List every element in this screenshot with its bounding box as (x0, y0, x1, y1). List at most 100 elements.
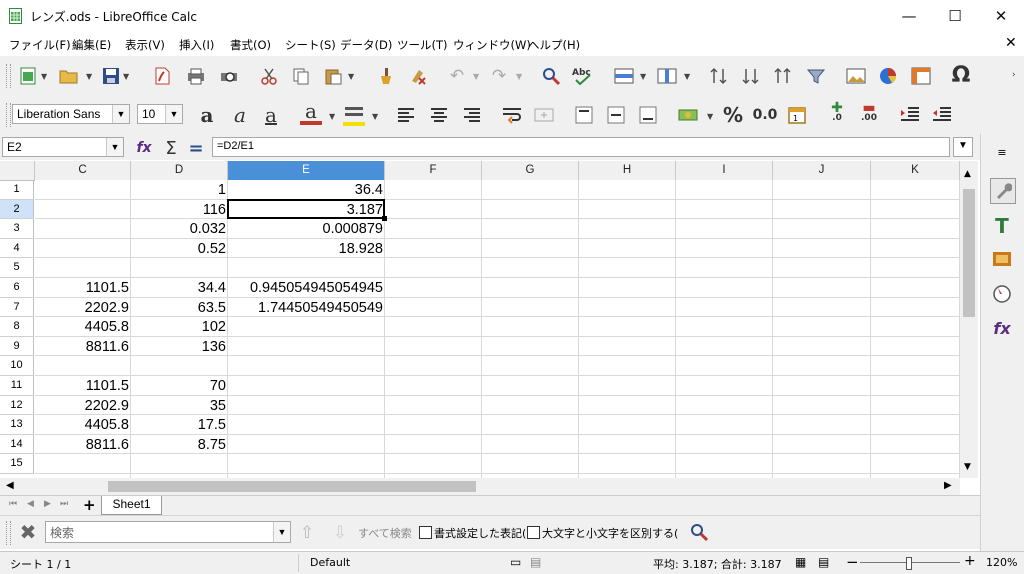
font-color-icon[interactable]: a (300, 99, 322, 125)
chevron-down-icon[interactable]: ▼ (372, 112, 378, 121)
chevron-down-icon[interactable]: ▼ (123, 72, 129, 81)
menu-window[interactable]: ウィンドウ(W) (453, 37, 531, 53)
selection-mode-icon[interactable]: ▭ (510, 555, 521, 569)
previous-sheet-icon[interactable]: ◀ (27, 499, 34, 509)
row-header[interactable]: 13 (0, 415, 34, 435)
save-icon[interactable] (100, 65, 122, 87)
column-header[interactable]: C (35, 161, 131, 180)
chevron-down-icon[interactable]: ▼ (348, 72, 354, 81)
align-center-icon[interactable] (428, 104, 450, 126)
gallery-icon[interactable] (990, 246, 1014, 270)
active-cell-cursor[interactable] (227, 198, 387, 222)
sort-icon[interactable] (708, 65, 730, 87)
cell-c9[interactable]: 8811.6 (35, 337, 131, 356)
row-header[interactable]: 8 (0, 317, 34, 337)
menu-sheet[interactable]: シート(S) (285, 37, 336, 53)
cell-d6[interactable]: 34.4 (131, 278, 228, 297)
export-pdf-icon[interactable] (151, 65, 173, 87)
toolbar-grip[interactable] (6, 103, 11, 127)
special-character-icon[interactable]: Ω (950, 63, 972, 88)
chevron-down-icon[interactable]: ▼ (516, 72, 522, 81)
insert-image-icon[interactable] (845, 65, 867, 87)
spelling-icon[interactable]: Abc (572, 65, 594, 87)
cell-e3[interactable]: 0.000879 (228, 219, 385, 238)
chevron-down-icon[interactable]: ▼ (112, 105, 129, 123)
chevron-down-icon[interactable]: ▼ (165, 105, 182, 123)
cell-e6[interactable]: 0.945054945054945 (228, 278, 385, 297)
increase-indent-icon[interactable] (899, 104, 921, 126)
decrease-indent-icon[interactable] (931, 104, 953, 126)
find-input[interactable]: 検索 ▼ (45, 521, 291, 543)
name-box[interactable]: E2 ▼ (2, 137, 124, 157)
match-case-checkbox[interactable] (527, 526, 540, 539)
row-header[interactable]: 4 (0, 238, 34, 259)
last-sheet-icon[interactable]: ⏭ (60, 499, 68, 509)
align-left-icon[interactable] (395, 104, 417, 126)
redo-icon[interactable]: ↷ (488, 65, 510, 87)
toolbar-grip[interactable] (6, 521, 11, 545)
close-find-bar-icon[interactable]: ✖ (17, 520, 39, 544)
row-header[interactable]: 7 (0, 297, 34, 318)
cell-d1[interactable]: 1 (131, 180, 228, 199)
column-header[interactable]: D (131, 161, 228, 180)
sidebar-menu-icon[interactable]: ≡ (990, 140, 1014, 164)
clone-formatting-icon[interactable] (375, 65, 397, 87)
print-preview-icon[interactable] (218, 65, 240, 87)
insert-chart-icon[interactable] (877, 65, 899, 87)
find-all-button[interactable]: すべて検索 (358, 525, 412, 541)
close-document-button[interactable]: ✕ (1005, 35, 1017, 51)
open-folder-icon[interactable] (58, 65, 80, 87)
row-header[interactable]: 10 (0, 356, 34, 376)
merge-cells-icon[interactable] (533, 104, 555, 126)
menu-tools[interactable]: ツール(T) (397, 37, 448, 53)
chevron-down-icon[interactable]: ▼ (707, 112, 713, 121)
row-header[interactable]: 14 (0, 434, 34, 455)
cell-grid[interactable]: 1 36.4 116 3.187 0.032 0.000879 0.52 18.928 1101… (35, 180, 960, 478)
column-header[interactable]: K (871, 161, 960, 180)
toolbar-overflow-icon[interactable]: › (1012, 70, 1016, 80)
cell-d2[interactable]: 116 (131, 200, 228, 219)
align-right-icon[interactable] (461, 104, 483, 126)
cell-d14[interactable]: 8.75 (131, 435, 228, 454)
paste-icon[interactable] (322, 65, 344, 87)
cut-icon[interactable] (258, 65, 280, 87)
align-top-icon[interactable] (573, 104, 595, 126)
font-name-combo[interactable]: Liberation Sans ▼ (12, 104, 130, 124)
underline-icon[interactable]: a (260, 103, 282, 127)
menu-edit[interactable]: 編集(E) (72, 37, 111, 53)
sum-icon[interactable]: Σ (160, 137, 182, 159)
row-header[interactable]: 1 (0, 180, 34, 200)
scroll-down-icon[interactable]: ▼ (964, 462, 971, 472)
pivot-table-icon[interactable] (910, 65, 932, 87)
menu-help[interactable]: ヘルプ(H) (528, 37, 580, 53)
italic-icon[interactable]: a (229, 103, 251, 127)
menu-format[interactable]: 書式(O) (230, 37, 271, 53)
cell-d11[interactable]: 70 (131, 376, 228, 395)
formatted-display-checkbox[interactable] (419, 526, 432, 539)
zoom-level[interactable]: 120% (986, 556, 1017, 569)
expand-formula-bar-button[interactable]: ▼ (953, 137, 973, 157)
function-wizard-icon[interactable]: fx (133, 137, 155, 159)
find-replace-icon[interactable] (540, 65, 562, 87)
column-header-selected[interactable]: E (228, 161, 385, 180)
find-replace-icon[interactable] (688, 521, 710, 543)
zoom-out-button[interactable]: − (846, 553, 859, 571)
font-size-combo[interactable]: 10 ▼ (137, 104, 183, 124)
toolbar-grip[interactable] (6, 64, 11, 88)
autofilter-icon[interactable] (805, 65, 827, 87)
cell-c12[interactable]: 2202.9 (35, 396, 131, 415)
cell-d3[interactable]: 0.032 (131, 219, 228, 238)
column-header[interactable]: J (773, 161, 871, 180)
maximize-button[interactable]: ☐ (932, 0, 978, 32)
styles-icon[interactable]: T (990, 214, 1014, 238)
add-sheet-button[interactable]: + (83, 496, 96, 514)
cell-e1[interactable]: 36.4 (228, 180, 385, 199)
date-format-icon[interactable]: 1 (786, 104, 808, 126)
cell-c8[interactable]: 4405.8 (35, 317, 131, 336)
cell-e7[interactable]: 1.74450549450549 (228, 298, 385, 317)
zoom-slider-thumb[interactable] (906, 557, 912, 570)
cell-c7[interactable]: 2202.9 (35, 298, 131, 317)
align-bottom-icon[interactable] (637, 104, 659, 126)
add-decimal-button[interactable]: ✚ .0 (826, 101, 848, 124)
cell-c6[interactable]: 1101.5 (35, 278, 131, 297)
